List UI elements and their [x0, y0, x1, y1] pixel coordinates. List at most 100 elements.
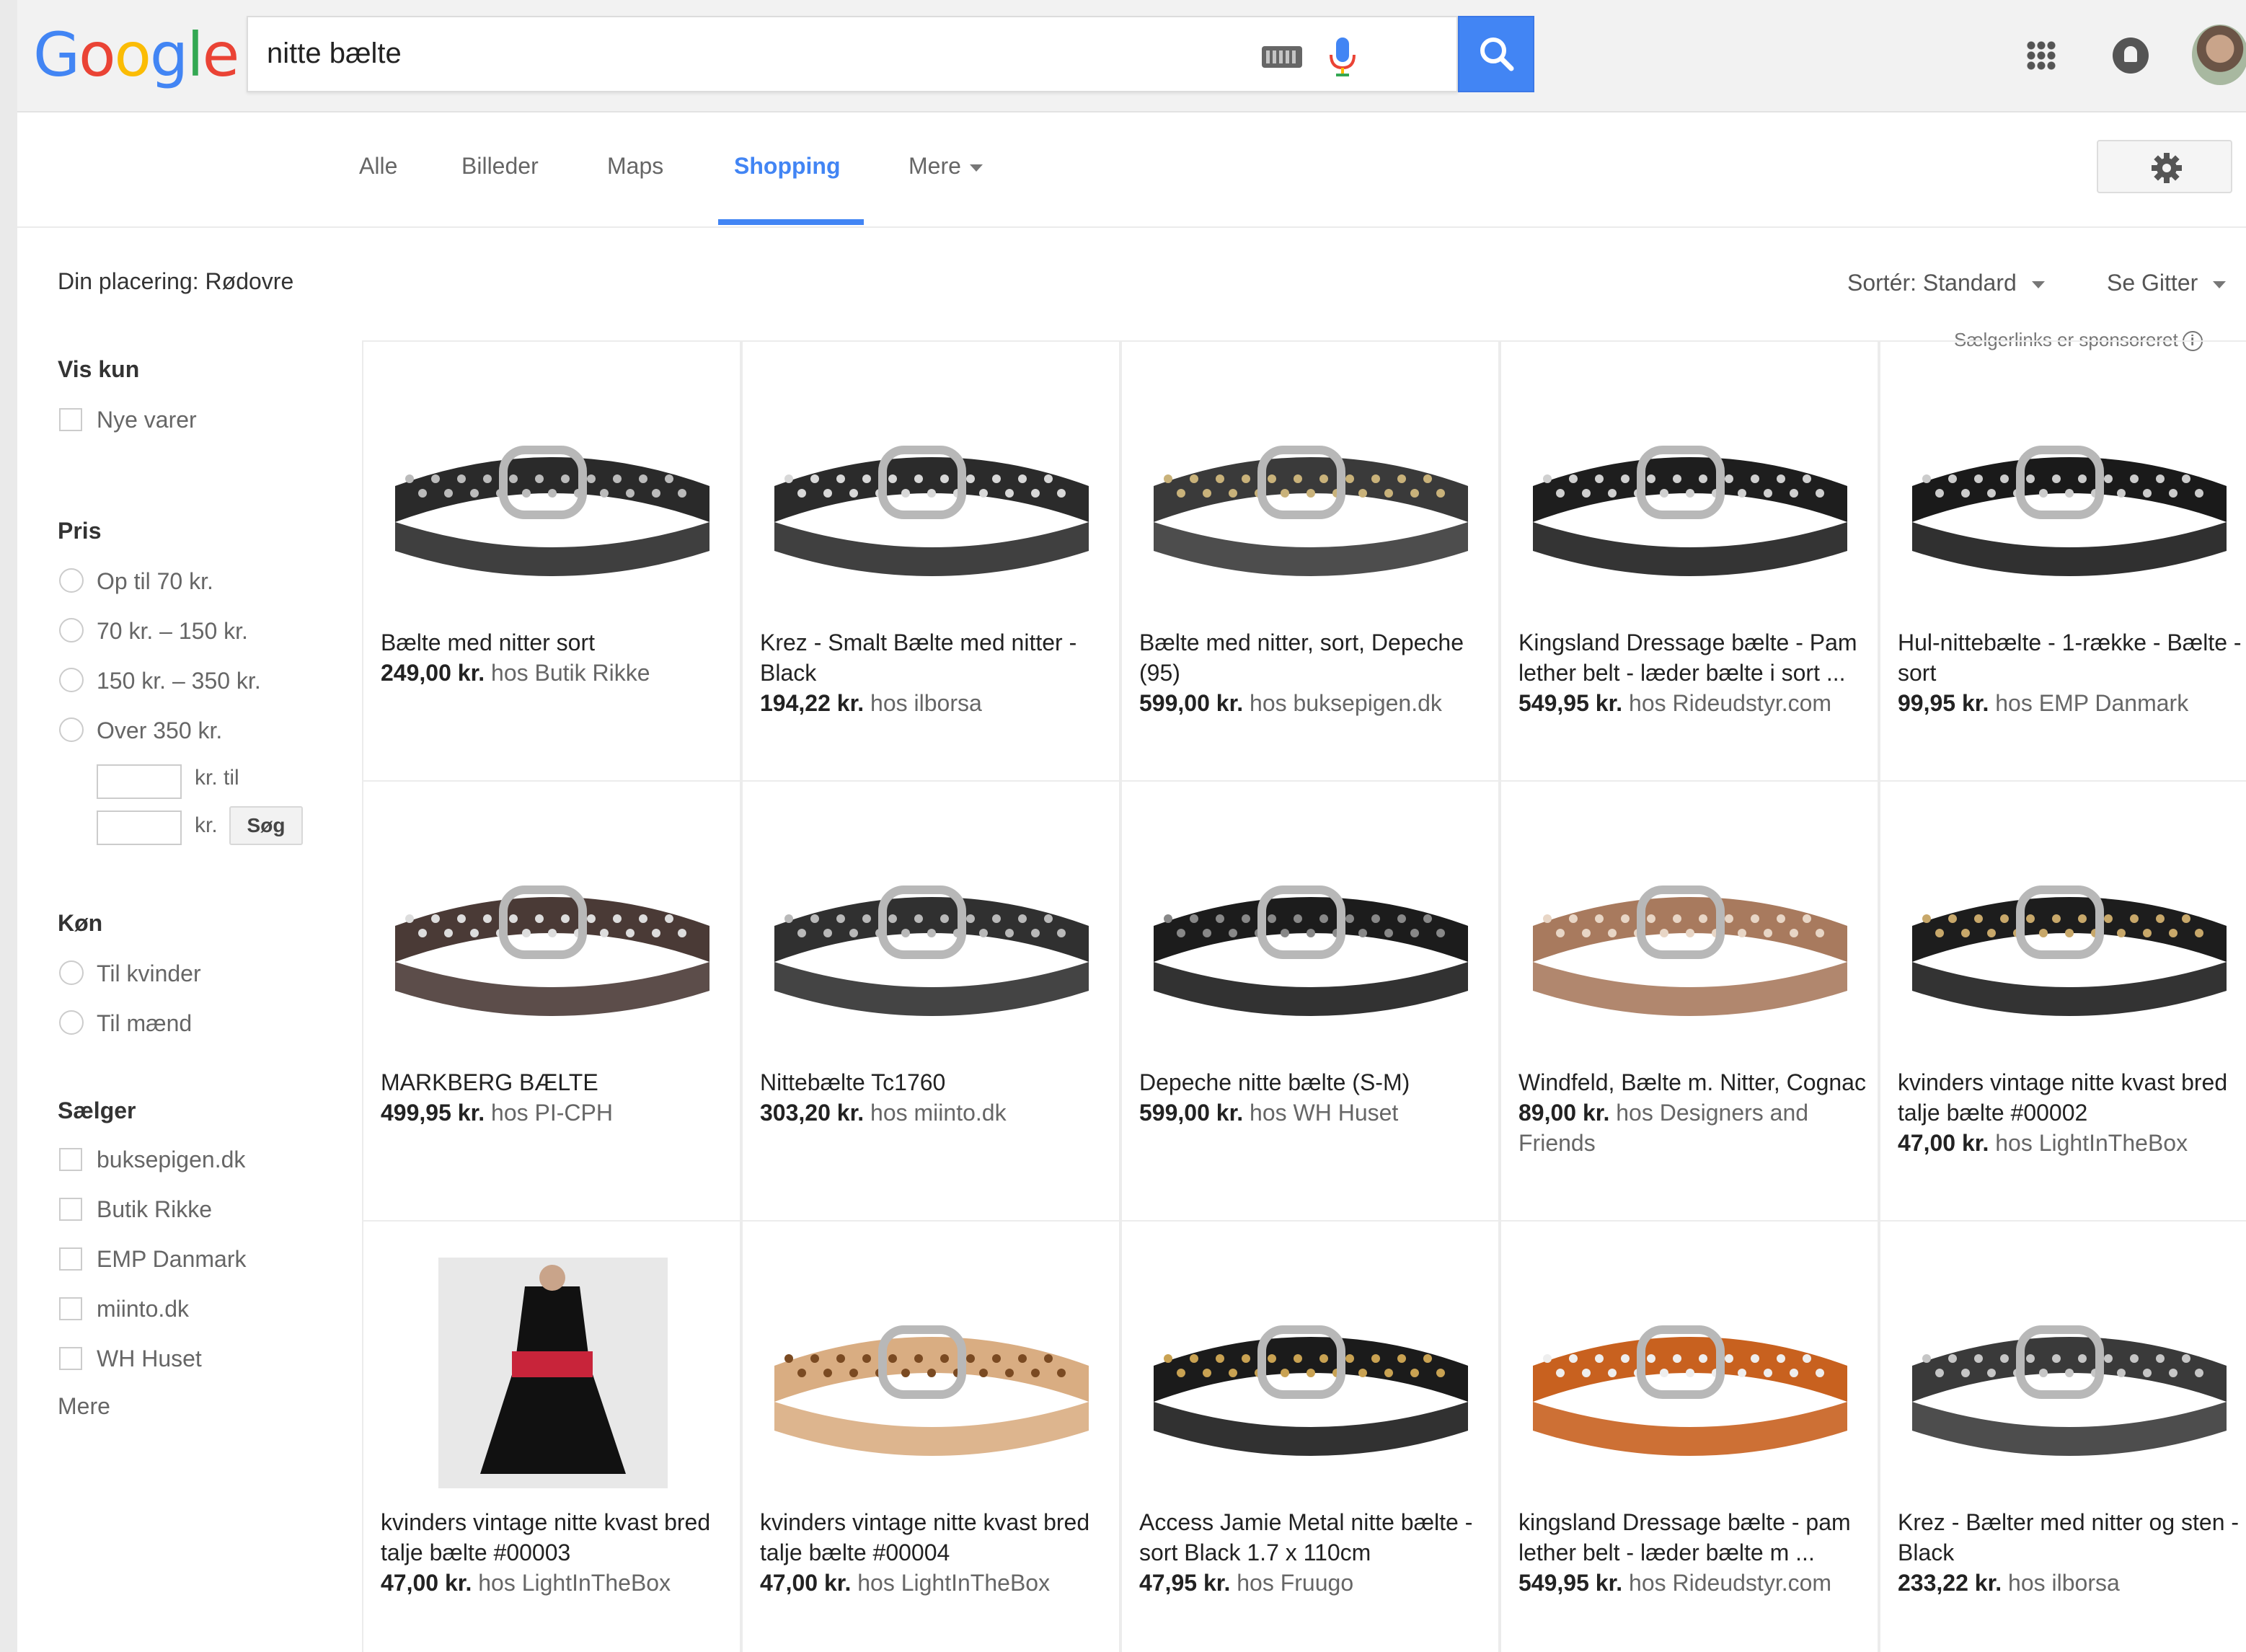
product-info[interactable]: Access Jamie Metal nitte bælte - sort Bl… — [1139, 1507, 1493, 1598]
tab-alle[interactable]: Alle — [359, 153, 397, 180]
product-title[interactable]: Windfeld, Bælte m. Nitter, Cognac — [1518, 1067, 1872, 1097]
product-info[interactable]: Bælte med nitter, sort, Depeche (95) 599,… — [1139, 627, 1493, 718]
product-seller[interactable]: hos LightInTheBox — [1995, 1130, 2188, 1156]
product-info[interactable]: Krez - Bælter med nitter og sten - Black… — [1898, 1507, 2246, 1598]
product-title[interactable]: kingsland Dressage bælte - pam lether be… — [1518, 1507, 1872, 1568]
product-image[interactable] — [1518, 818, 1862, 1048]
product-image[interactable] — [1139, 818, 1482, 1048]
product-title[interactable]: Krez - Smalt Bælte med nitter - Black — [760, 627, 1113, 688]
product-card[interactable]: Krez - Smalt Bælte med nitter - Black 194… — [741, 342, 1120, 782]
product-seller[interactable]: hos LightInTheBox — [857, 1570, 1050, 1596]
filter-option-seller[interactable]: buksepigen.dk — [97, 1147, 245, 1173]
settings-button[interactable] — [2097, 140, 2232, 193]
product-title[interactable]: Access Jamie Metal nitte bælte - sort Bl… — [1139, 1507, 1493, 1568]
checkbox-seller[interactable] — [59, 1347, 82, 1370]
product-seller[interactable]: hos buksepigen.dk — [1250, 690, 1442, 716]
product-card[interactable]: Bælte med nitter sort 249,00 kr. hos Buti… — [362, 342, 741, 782]
view-dropdown[interactable]: Se Gitter — [2107, 270, 2227, 296]
price-max-input[interactable] — [97, 810, 182, 845]
checkbox-seller[interactable] — [59, 1198, 82, 1221]
product-seller[interactable]: hos ilborsa — [870, 690, 982, 716]
product-seller[interactable]: hos Rideudstyr.com — [1629, 1570, 1831, 1596]
product-card[interactable]: Krez - Bælter med nitter og sten - Black… — [1879, 1222, 2246, 1652]
filter-option-seller[interactable]: Butik Rikke — [97, 1196, 212, 1223]
product-info[interactable]: Kingsland Dressage bælte - Pam lether be… — [1518, 627, 1872, 718]
product-info[interactable]: Hul-nittebælte - 1-række - Bælte - sort 9… — [1898, 627, 2246, 718]
filter-option-price-2[interactable]: 70 kr. – 150 kr. — [97, 618, 248, 645]
product-image[interactable] — [760, 378, 1103, 609]
product-image[interactable] — [381, 378, 724, 609]
product-info[interactable]: Bælte med nitter sort 249,00 kr. hos Buti… — [381, 627, 734, 688]
radio-price-4[interactable] — [59, 717, 84, 742]
google-logo[interactable]: Google — [33, 20, 239, 89]
filter-option-price-1[interactable]: Op til 70 kr. — [97, 568, 213, 595]
filter-option-price-4[interactable]: Over 350 kr. — [97, 717, 222, 744]
product-image[interactable] — [1898, 1258, 2241, 1488]
product-title[interactable]: Krez - Bælter med nitter og sten - Black — [1898, 1507, 2246, 1568]
product-seller[interactable]: hos EMP Danmark — [1995, 690, 2188, 716]
radio-price-3[interactable] — [59, 668, 84, 692]
checkbox-seller[interactable] — [59, 1297, 82, 1320]
product-info[interactable]: kvinders vintage nitte kvast bred talje … — [760, 1507, 1113, 1598]
product-card[interactable]: kingsland Dressage bælte - pam lether be… — [1500, 1222, 1879, 1652]
product-info[interactable]: Depeche nitte bælte (S-M) 599,00 kr. hos … — [1139, 1067, 1493, 1128]
product-card[interactable]: Kingsland Dressage bælte - Pam lether be… — [1500, 342, 1879, 782]
notifications-icon[interactable] — [2113, 37, 2149, 74]
product-image[interactable] — [760, 818, 1103, 1048]
product-title[interactable]: Bælte med nitter, sort, Depeche (95) — [1139, 627, 1493, 688]
product-card[interactable]: Windfeld, Bælte m. Nitter, Cognac 89,00 k… — [1500, 782, 1879, 1222]
product-image[interactable] — [381, 818, 724, 1048]
product-title[interactable]: Bælte med nitter sort — [381, 627, 734, 658]
checkbox-seller[interactable] — [59, 1148, 82, 1171]
product-card[interactable]: Depeche nitte bælte (S-M) 599,00 kr. hos … — [1120, 782, 1500, 1222]
seller-more-link[interactable]: Mere — [58, 1393, 110, 1420]
product-info[interactable]: Windfeld, Bælte m. Nitter, Cognac 89,00 k… — [1518, 1067, 1872, 1158]
product-title[interactable]: kvinders vintage nitte kvast bred talje … — [1898, 1067, 2246, 1128]
tab-shopping[interactable]: Shopping — [734, 153, 841, 180]
product-seller[interactable]: hos ilborsa — [2008, 1570, 2120, 1596]
product-card[interactable]: kvinders vintage nitte kvast bred talje … — [741, 1222, 1120, 1652]
product-seller[interactable]: hos Rideudstyr.com — [1629, 690, 1831, 716]
filter-option-nye-varer[interactable]: Nye varer — [97, 407, 197, 433]
checkbox-seller[interactable] — [59, 1247, 82, 1271]
checkbox-nye-varer[interactable] — [59, 408, 82, 431]
product-title[interactable]: kvinders vintage nitte kvast bred talje … — [760, 1507, 1113, 1568]
product-title[interactable]: Hul-nittebælte - 1-række - Bælte - sort — [1898, 627, 2246, 688]
product-info[interactable]: Nittebælte Tc1760 303,20 kr. hos miinto.d… — [760, 1067, 1113, 1128]
apps-grid-icon[interactable] — [2026, 40, 2056, 71]
product-image[interactable] — [1518, 378, 1862, 609]
product-title[interactable]: MARKBERG BÆLTE — [381, 1067, 734, 1097]
sort-dropdown[interactable]: Sortér: Standard — [1847, 270, 2045, 296]
product-image[interactable] — [381, 1258, 724, 1488]
product-title[interactable]: Kingsland Dressage bælte - Pam lether be… — [1518, 627, 1872, 688]
search-input[interactable]: nitte bælte — [247, 16, 1458, 92]
product-card[interactable]: kvinders vintage nitte kvast bred talje … — [362, 1222, 741, 1652]
tab-maps[interactable]: Maps — [607, 153, 663, 180]
filter-option-seller[interactable]: miinto.dk — [97, 1296, 189, 1322]
tab-billeder[interactable]: Billeder — [461, 153, 539, 180]
filter-option-price-3[interactable]: 150 kr. – 350 kr. — [97, 668, 261, 694]
product-card[interactable]: MARKBERG BÆLTE 499,95 kr. hos PI-CPH — [362, 782, 741, 1222]
radio-price-1[interactable] — [59, 568, 84, 593]
product-seller[interactable]: hos PI-CPH — [491, 1100, 613, 1126]
product-title[interactable]: kvinders vintage nitte kvast bred talje … — [381, 1507, 734, 1568]
product-seller[interactable]: hos Butik Rikke — [491, 660, 650, 686]
product-seller[interactable]: hos miinto.dk — [870, 1100, 1007, 1126]
radio-price-2[interactable] — [59, 618, 84, 642]
filter-option-til-kvinder[interactable]: Til kvinder — [97, 960, 201, 987]
product-seller[interactable]: hos LightInTheBox — [478, 1570, 671, 1596]
product-info[interactable]: Krez - Smalt Bælte med nitter - Black 194… — [760, 627, 1113, 718]
product-info[interactable]: kvinders vintage nitte kvast bred talje … — [381, 1507, 734, 1598]
keyboard-icon[interactable] — [1262, 46, 1302, 68]
filter-option-til-maend[interactable]: Til mænd — [97, 1010, 192, 1037]
search-button[interactable] — [1458, 16, 1534, 92]
product-image[interactable] — [1518, 1258, 1862, 1488]
product-seller[interactable]: hos Fruugo — [1237, 1570, 1353, 1596]
tab-mere[interactable]: Mere — [908, 153, 983, 180]
product-image[interactable] — [1898, 378, 2241, 609]
filter-option-seller[interactable]: WH Huset — [97, 1346, 202, 1372]
product-seller[interactable]: hos WH Huset — [1250, 1100, 1398, 1126]
product-info[interactable]: kingsland Dressage bælte - pam lether be… — [1518, 1507, 1872, 1598]
avatar[interactable] — [2192, 25, 2246, 85]
price-min-input[interactable] — [97, 764, 182, 799]
